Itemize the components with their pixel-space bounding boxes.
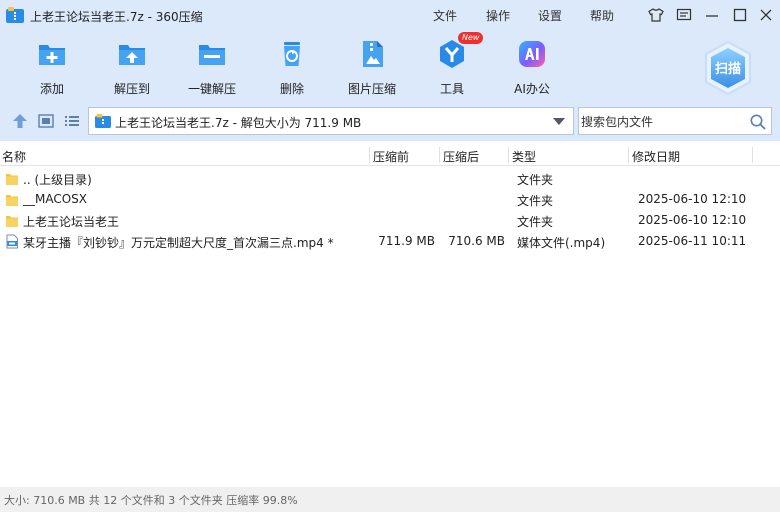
status-bar: 大小: 710.6 MB 共 12 个文件和 3 个文件夹 压缩率 99.8% <box>0 487 780 512</box>
column-modified[interactable]: 修改日期 <box>632 148 680 165</box>
file-packed: 711.9 MB <box>378 234 435 248</box>
table-row[interactable]: .. (上级目录) 文件夹 <box>0 168 780 189</box>
new-badge: New <box>458 32 484 44</box>
up-arrow-icon[interactable] <box>11 112 29 130</box>
list-view-icon[interactable] <box>63 112 81 130</box>
ai-office-icon <box>519 41 545 67</box>
add-archive-icon <box>39 45 65 65</box>
extract-to-label: 解压到 <box>113 82 150 96</box>
image-compress-button[interactable]: 图片压缩 <box>332 34 412 96</box>
file-list: .. (上级目录) 文件夹 __MACOSX 文件夹 2025-06-10 12… <box>0 167 780 487</box>
folder-icon <box>6 174 18 185</box>
toolbar: 添加 解压到 一键解压 删除 图片压缩 New 工具 AI办公 <box>0 30 780 103</box>
delete-label: 删除 <box>279 82 304 96</box>
file-name: .. (上级目录) <box>23 173 92 187</box>
menu-help[interactable]: 帮助 <box>590 7 614 24</box>
file-type: 文件夹 <box>517 215 554 229</box>
file-type: 媒体文件(.mp4) <box>517 236 606 250</box>
archive-path-text: 上老王论坛当老王.7z - 解包大小为 711.9 MB <box>115 116 362 130</box>
path-box[interactable]: 上老王论坛当老王.7z - 解包大小为 711.9 MB <box>88 107 574 135</box>
folder-icon <box>6 195 18 206</box>
file-modified: 2025-06-11 10:11 <box>638 234 747 248</box>
column-divider[interactable] <box>628 147 629 163</box>
menu-file[interactable]: 文件 <box>433 7 457 24</box>
file-name: 某牙主播『刘钞钞』万元定制超大尺度_首次漏三点.mp4 * <box>23 236 334 250</box>
feedback-icon[interactable] <box>674 5 694 25</box>
minimize-icon[interactable] <box>702 5 722 25</box>
ai-office-label: AI办公 <box>514 82 550 96</box>
image-compress-label: 图片压缩 <box>347 82 396 96</box>
extract-to-icon <box>119 45 145 65</box>
search-input[interactable] <box>581 112 741 132</box>
title-bar: 上老王论坛当老王.7z - 360压缩 文件 操作 设置 帮助 <box>0 0 780 30</box>
search-box[interactable] <box>578 107 772 135</box>
file-name: __MACOSX <box>23 192 88 206</box>
file-modified: 2025-06-10 12:10 <box>638 192 747 206</box>
status-text: 大小: 710.6 MB 共 12 个文件和 3 个文件夹 压缩率 99.8% <box>4 494 298 507</box>
archive-path-icon <box>95 114 111 128</box>
column-size[interactable]: 压缩后 <box>443 148 479 165</box>
column-divider[interactable] <box>439 147 440 163</box>
delete-icon <box>284 42 300 66</box>
extract-to-button[interactable]: 解压到 <box>92 34 172 96</box>
tools-button[interactable]: New 工具 <box>412 32 492 96</box>
close-icon[interactable] <box>756 5 776 25</box>
search-icon[interactable] <box>749 113 767 131</box>
column-divider[interactable] <box>369 147 370 163</box>
chevron-down-icon[interactable] <box>553 118 565 125</box>
file-type: 文件夹 <box>517 194 554 208</box>
one-click-extract-label: 一键解压 <box>187 82 236 96</box>
one-click-extract-button[interactable]: 一键解压 <box>172 34 252 96</box>
delete-button[interactable]: 删除 <box>252 34 332 96</box>
file-modified: 2025-06-10 12:10 <box>638 213 747 227</box>
tshirt-icon[interactable] <box>646 5 666 25</box>
table-row[interactable]: __MACOSX 文件夹 2025-06-10 12:10 <box>0 189 780 210</box>
window-title: 上老王论坛当老王.7z - 360压缩 <box>30 10 203 24</box>
folder-icon <box>6 216 18 227</box>
column-packed[interactable]: 压缩前 <box>373 148 409 165</box>
column-type[interactable]: 类型 <box>512 148 536 165</box>
column-name[interactable]: 名称 <box>2 148 26 165</box>
file-size: 710.6 MB <box>448 234 505 248</box>
image-compress-icon <box>363 41 383 67</box>
add-label: 添加 <box>39 82 64 96</box>
column-header: 名称 压缩前 压缩后 类型 修改日期 <box>0 145 780 166</box>
ai-office-button[interactable]: AI办公 <box>492 34 572 96</box>
one-click-extract-icon <box>199 45 225 65</box>
file-name: 上老王论坛当老王 <box>23 215 120 229</box>
tools-label: 工具 <box>439 82 464 96</box>
menu-settings[interactable]: 设置 <box>538 7 562 24</box>
archive-app-icon <box>6 7 24 23</box>
menu-operate[interactable]: 操作 <box>486 7 510 24</box>
thumbnail-view-icon[interactable] <box>37 112 55 130</box>
column-divider[interactable] <box>508 147 509 163</box>
mp4-file-icon <box>6 234 18 249</box>
file-type: 文件夹 <box>517 173 554 187</box>
table-row[interactable]: 上老王论坛当老王 文件夹 2025-06-10 12:10 <box>0 210 780 231</box>
column-divider[interactable] <box>752 147 753 163</box>
maximize-icon[interactable] <box>730 5 750 25</box>
scan-label[interactable]: 扫描 <box>700 58 756 77</box>
table-row[interactable]: 某牙主播『刘钞钞』万元定制超大尺度_首次漏三点.mp4 * 711.9 MB 7… <box>0 231 780 252</box>
add-button[interactable]: 添加 <box>12 34 92 96</box>
